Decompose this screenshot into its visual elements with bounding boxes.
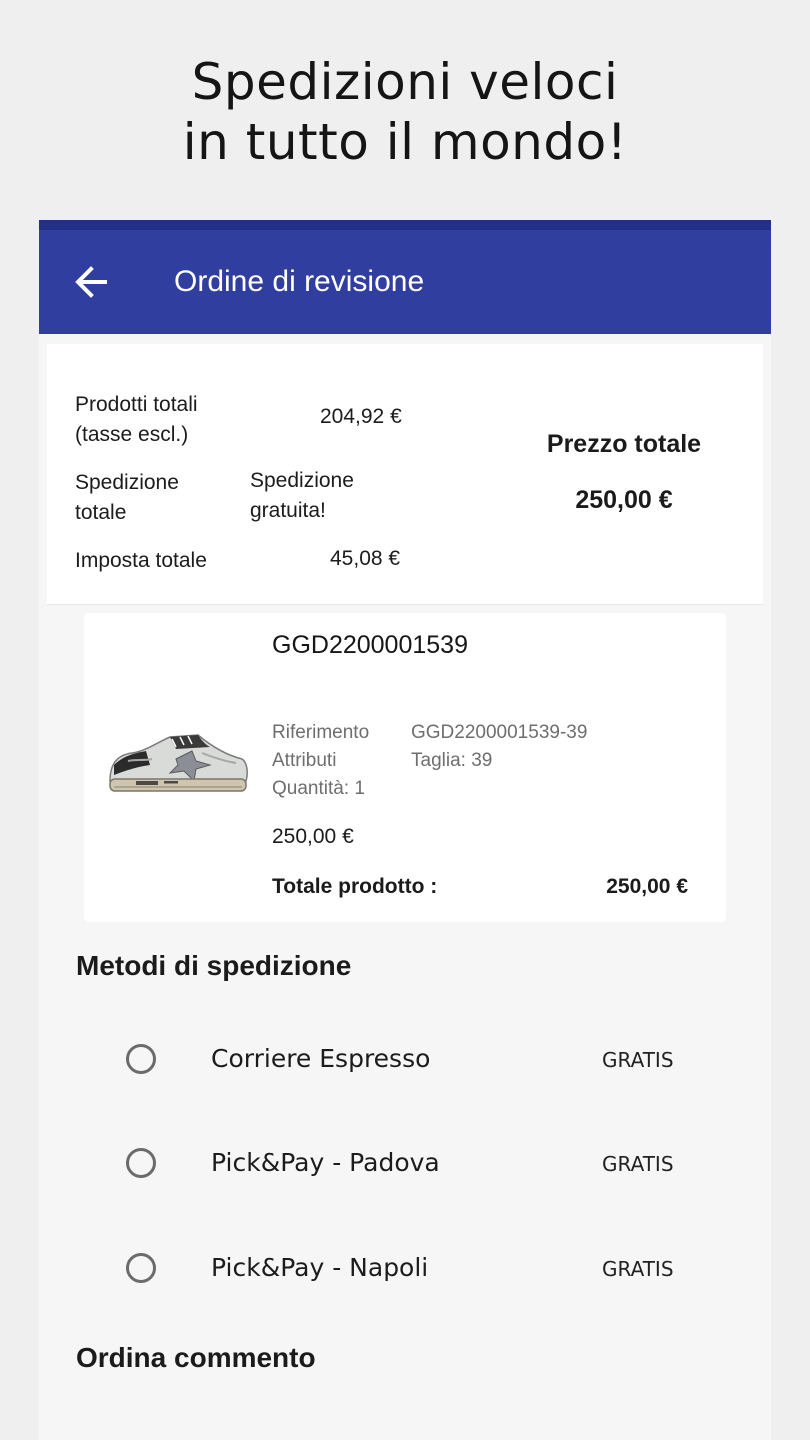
shipping-option-name: Pick&Pay - Padova [211, 1148, 440, 1177]
product-code[interactable]: GGD2200001539 [272, 627, 472, 663]
order-summary-card: Prodotti totali (tasse escl.) 204,92 € S… [47, 344, 763, 605]
shipping-total-value: Spedizione gratuita! [250, 469, 354, 522]
quantity-value: Quantità: 1 [272, 778, 365, 799]
reference-label: Riferimento [272, 722, 370, 743]
tax-total-label: Imposta totale [75, 549, 207, 572]
radio-button[interactable] [126, 1253, 156, 1283]
attributes-label: Attributi [272, 750, 337, 771]
grand-total-value: 250,00 € [575, 486, 673, 514]
shipping-option-name: Corriere Espresso [211, 1044, 431, 1073]
products-total-label: Prodotti totali (tasse escl.) [75, 393, 198, 446]
shipping-methods-title: Metodi di spedizione [76, 950, 352, 981]
status-bar [39, 220, 771, 230]
promo-line-2: in tutto il mondo! [182, 113, 628, 171]
back-button[interactable] [67, 260, 115, 304]
shipping-option-corriere-espresso[interactable]: Corriere Espresso GRATIS [39, 1032, 771, 1092]
product-total-label: Totale prodotto : [272, 875, 438, 898]
shipping-total-label: Spedizione totale [75, 471, 179, 524]
product-total-value: 250,00 € [606, 875, 688, 898]
shipping-option-price: GRATIS [602, 1152, 674, 1176]
promo-line-1: Spedizioni veloci [191, 53, 619, 111]
tax-total-value: 45,08 € [330, 547, 401, 570]
sneaker-image [109, 734, 248, 792]
shipping-option-pickpay-padova[interactable]: Pick&Pay - Padova GRATIS [39, 1136, 771, 1196]
radio-button[interactable] [126, 1148, 156, 1178]
shipping-option-name: Pick&Pay - Napoli [211, 1253, 429, 1282]
product-card: GGD2200001539 Riferimento GGD2200001539-… [84, 613, 726, 922]
promo-headline: Spedizioni veloci in tutto il mondo! [0, 52, 810, 172]
arrow-left-icon [75, 266, 107, 298]
product-price: 250,00 € [272, 825, 354, 848]
grand-total-label: Prezzo totale [546, 430, 702, 458]
shipping-option-price: GRATIS [602, 1257, 674, 1281]
reference-value: GGD2200001539-39 [411, 722, 588, 743]
attributes-value: Taglia: 39 [411, 750, 493, 771]
app-bar: Ordine di revisione [39, 230, 771, 334]
order-comment-title: Ordina commento [76, 1342, 316, 1373]
products-total-value: 204,92 € [320, 405, 402, 428]
radio-button[interactable] [126, 1044, 156, 1074]
shipping-option-price: GRATIS [602, 1048, 674, 1072]
phone-screen: Ordine di revisione Prodotti totali (tas… [39, 220, 771, 1440]
page-title: Ordine di revisione [174, 265, 425, 298]
shipping-option-pickpay-napoli[interactable]: Pick&Pay - Napoli GRATIS [39, 1241, 771, 1301]
